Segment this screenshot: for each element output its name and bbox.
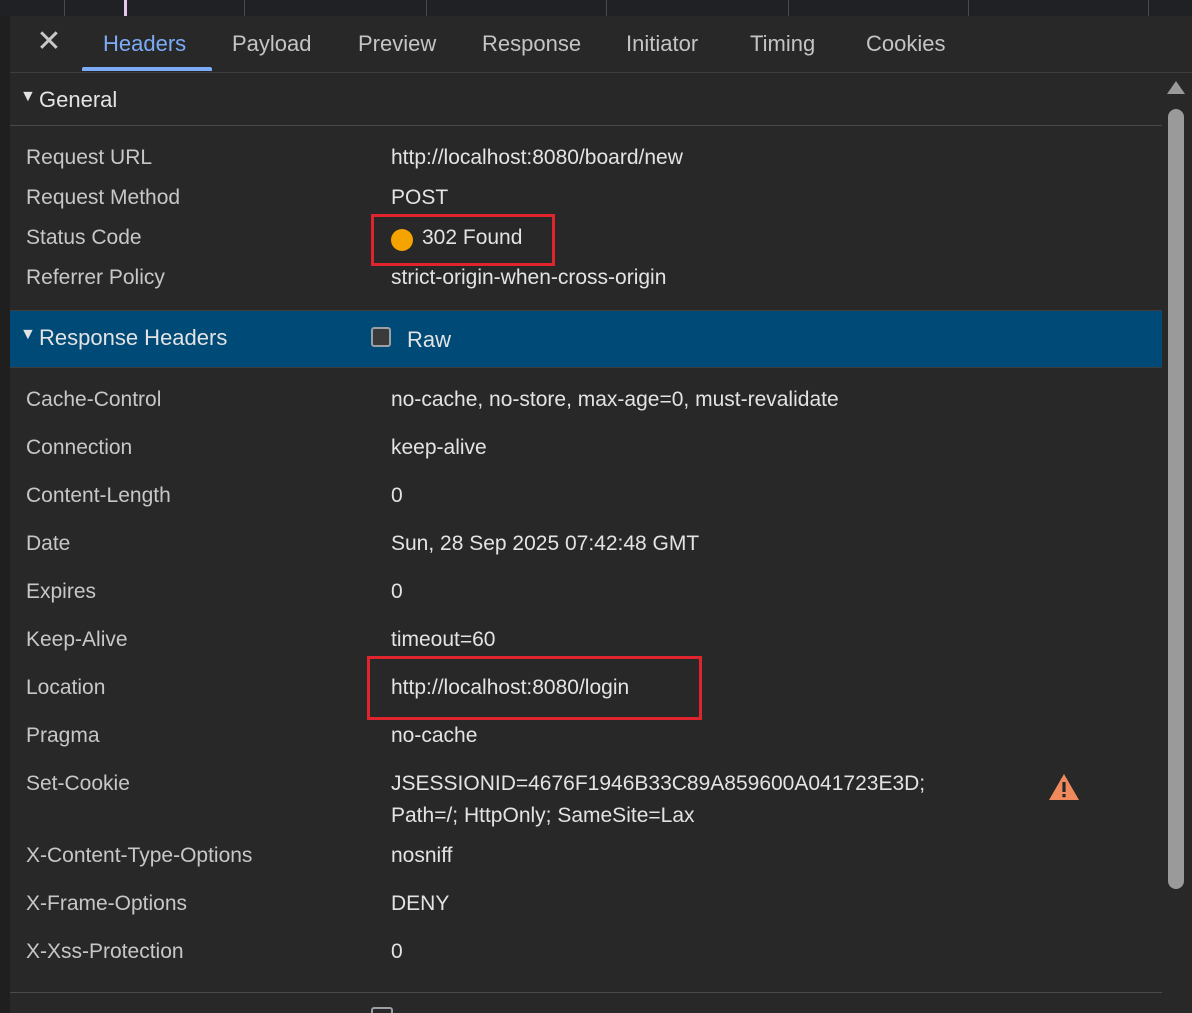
header-value: keep-alive xyxy=(391,436,487,459)
close-icon[interactable]: ✕ xyxy=(36,27,62,58)
headers-content: ▼ General Request URL http://localhost:8… xyxy=(10,73,1162,1013)
header-value-line2: Path=/; HttpOnly; SameSite=Lax xyxy=(391,804,695,827)
header-key: Connection xyxy=(26,436,133,459)
header-key: Request Method xyxy=(26,186,181,209)
devtools-network-headers-panel: ✕ Headers Payload Preview Response Initi… xyxy=(0,0,1192,1013)
header-value: 0 xyxy=(391,940,403,963)
header-key: Request URL xyxy=(26,146,153,169)
header-value: strict-origin-when-cross-origin xyxy=(391,266,667,289)
triangle-down-icon: ▼ xyxy=(20,88,36,105)
header-value: timeout=60 xyxy=(391,628,496,651)
header-key: X-Xss-Protection xyxy=(26,940,184,963)
tab-preview[interactable]: Preview xyxy=(358,31,436,57)
triangle-down-icon: ▼ xyxy=(20,326,36,343)
request-headers-raw-checkbox[interactable] xyxy=(371,1007,393,1013)
header-key: Expires xyxy=(26,580,97,603)
raw-checkbox[interactable] xyxy=(371,327,391,347)
scrollbar-thumb[interactable] xyxy=(1168,109,1184,889)
section-divider xyxy=(10,992,1162,993)
tab-cookies[interactable]: Cookies xyxy=(866,31,945,57)
general-section-header[interactable]: ▼ General xyxy=(10,73,1162,126)
tab-bar: ✕ Headers Payload Preview Response Initi… xyxy=(10,16,1192,73)
header-key: X-Frame-Options xyxy=(26,892,188,915)
header-value-line1: JSESSIONID=4676F1946B33C89A859600A041723… xyxy=(391,772,926,795)
header-key: Cache-Control xyxy=(26,388,162,411)
header-key: Referrer Policy xyxy=(26,266,165,289)
header-value: 0 xyxy=(391,484,403,507)
request-list-strip xyxy=(0,0,1192,16)
raw-label[interactable]: Raw xyxy=(407,327,451,353)
column-resize-marker xyxy=(124,0,127,16)
response-headers-section-header[interactable]: ▼ Response Headers Raw xyxy=(10,310,1162,368)
location-highlight-box xyxy=(367,656,702,720)
header-key: X-Content-Type-Options xyxy=(26,844,253,867)
header-value: no-cache, no-store, max-age=0, must-reva… xyxy=(391,388,839,411)
header-key: Set-Cookie xyxy=(26,772,130,795)
header-key: Content-Length xyxy=(26,484,171,507)
response-row-set-cookie: Set-Cookie JSESSIONID=4676F1946B33C89A85… xyxy=(10,772,1162,836)
header-value: POST xyxy=(391,186,449,209)
tab-headers[interactable]: Headers xyxy=(103,31,186,57)
header-value: Sun, 28 Sep 2025 07:42:48 GMT xyxy=(391,532,700,555)
warning-icon[interactable] xyxy=(1048,772,1080,802)
header-value: nosniff xyxy=(391,844,453,867)
header-key: Location xyxy=(26,676,106,699)
header-value: 0 xyxy=(391,580,403,603)
header-key: Status Code xyxy=(26,226,142,249)
header-key: Pragma xyxy=(26,724,100,747)
header-value: no-cache xyxy=(391,724,478,747)
tab-payload[interactable]: Payload xyxy=(232,31,312,57)
header-value: http://localhost:8080/board/new xyxy=(391,146,683,169)
header-value: DENY xyxy=(391,892,450,915)
scroll-up-arrow-icon[interactable] xyxy=(1167,81,1185,94)
tab-response[interactable]: Response xyxy=(482,31,581,57)
response-headers-title: Response Headers xyxy=(39,325,228,350)
tab-initiator[interactable]: Initiator xyxy=(626,31,698,57)
general-section-title: General xyxy=(39,87,118,112)
header-key: Date xyxy=(26,532,71,555)
header-key: Keep-Alive xyxy=(26,628,128,651)
active-tab-indicator xyxy=(82,67,212,71)
status-highlight-box xyxy=(371,214,555,266)
vertical-scrollbar[interactable] xyxy=(1162,73,1192,1013)
tab-timing[interactable]: Timing xyxy=(750,31,815,57)
